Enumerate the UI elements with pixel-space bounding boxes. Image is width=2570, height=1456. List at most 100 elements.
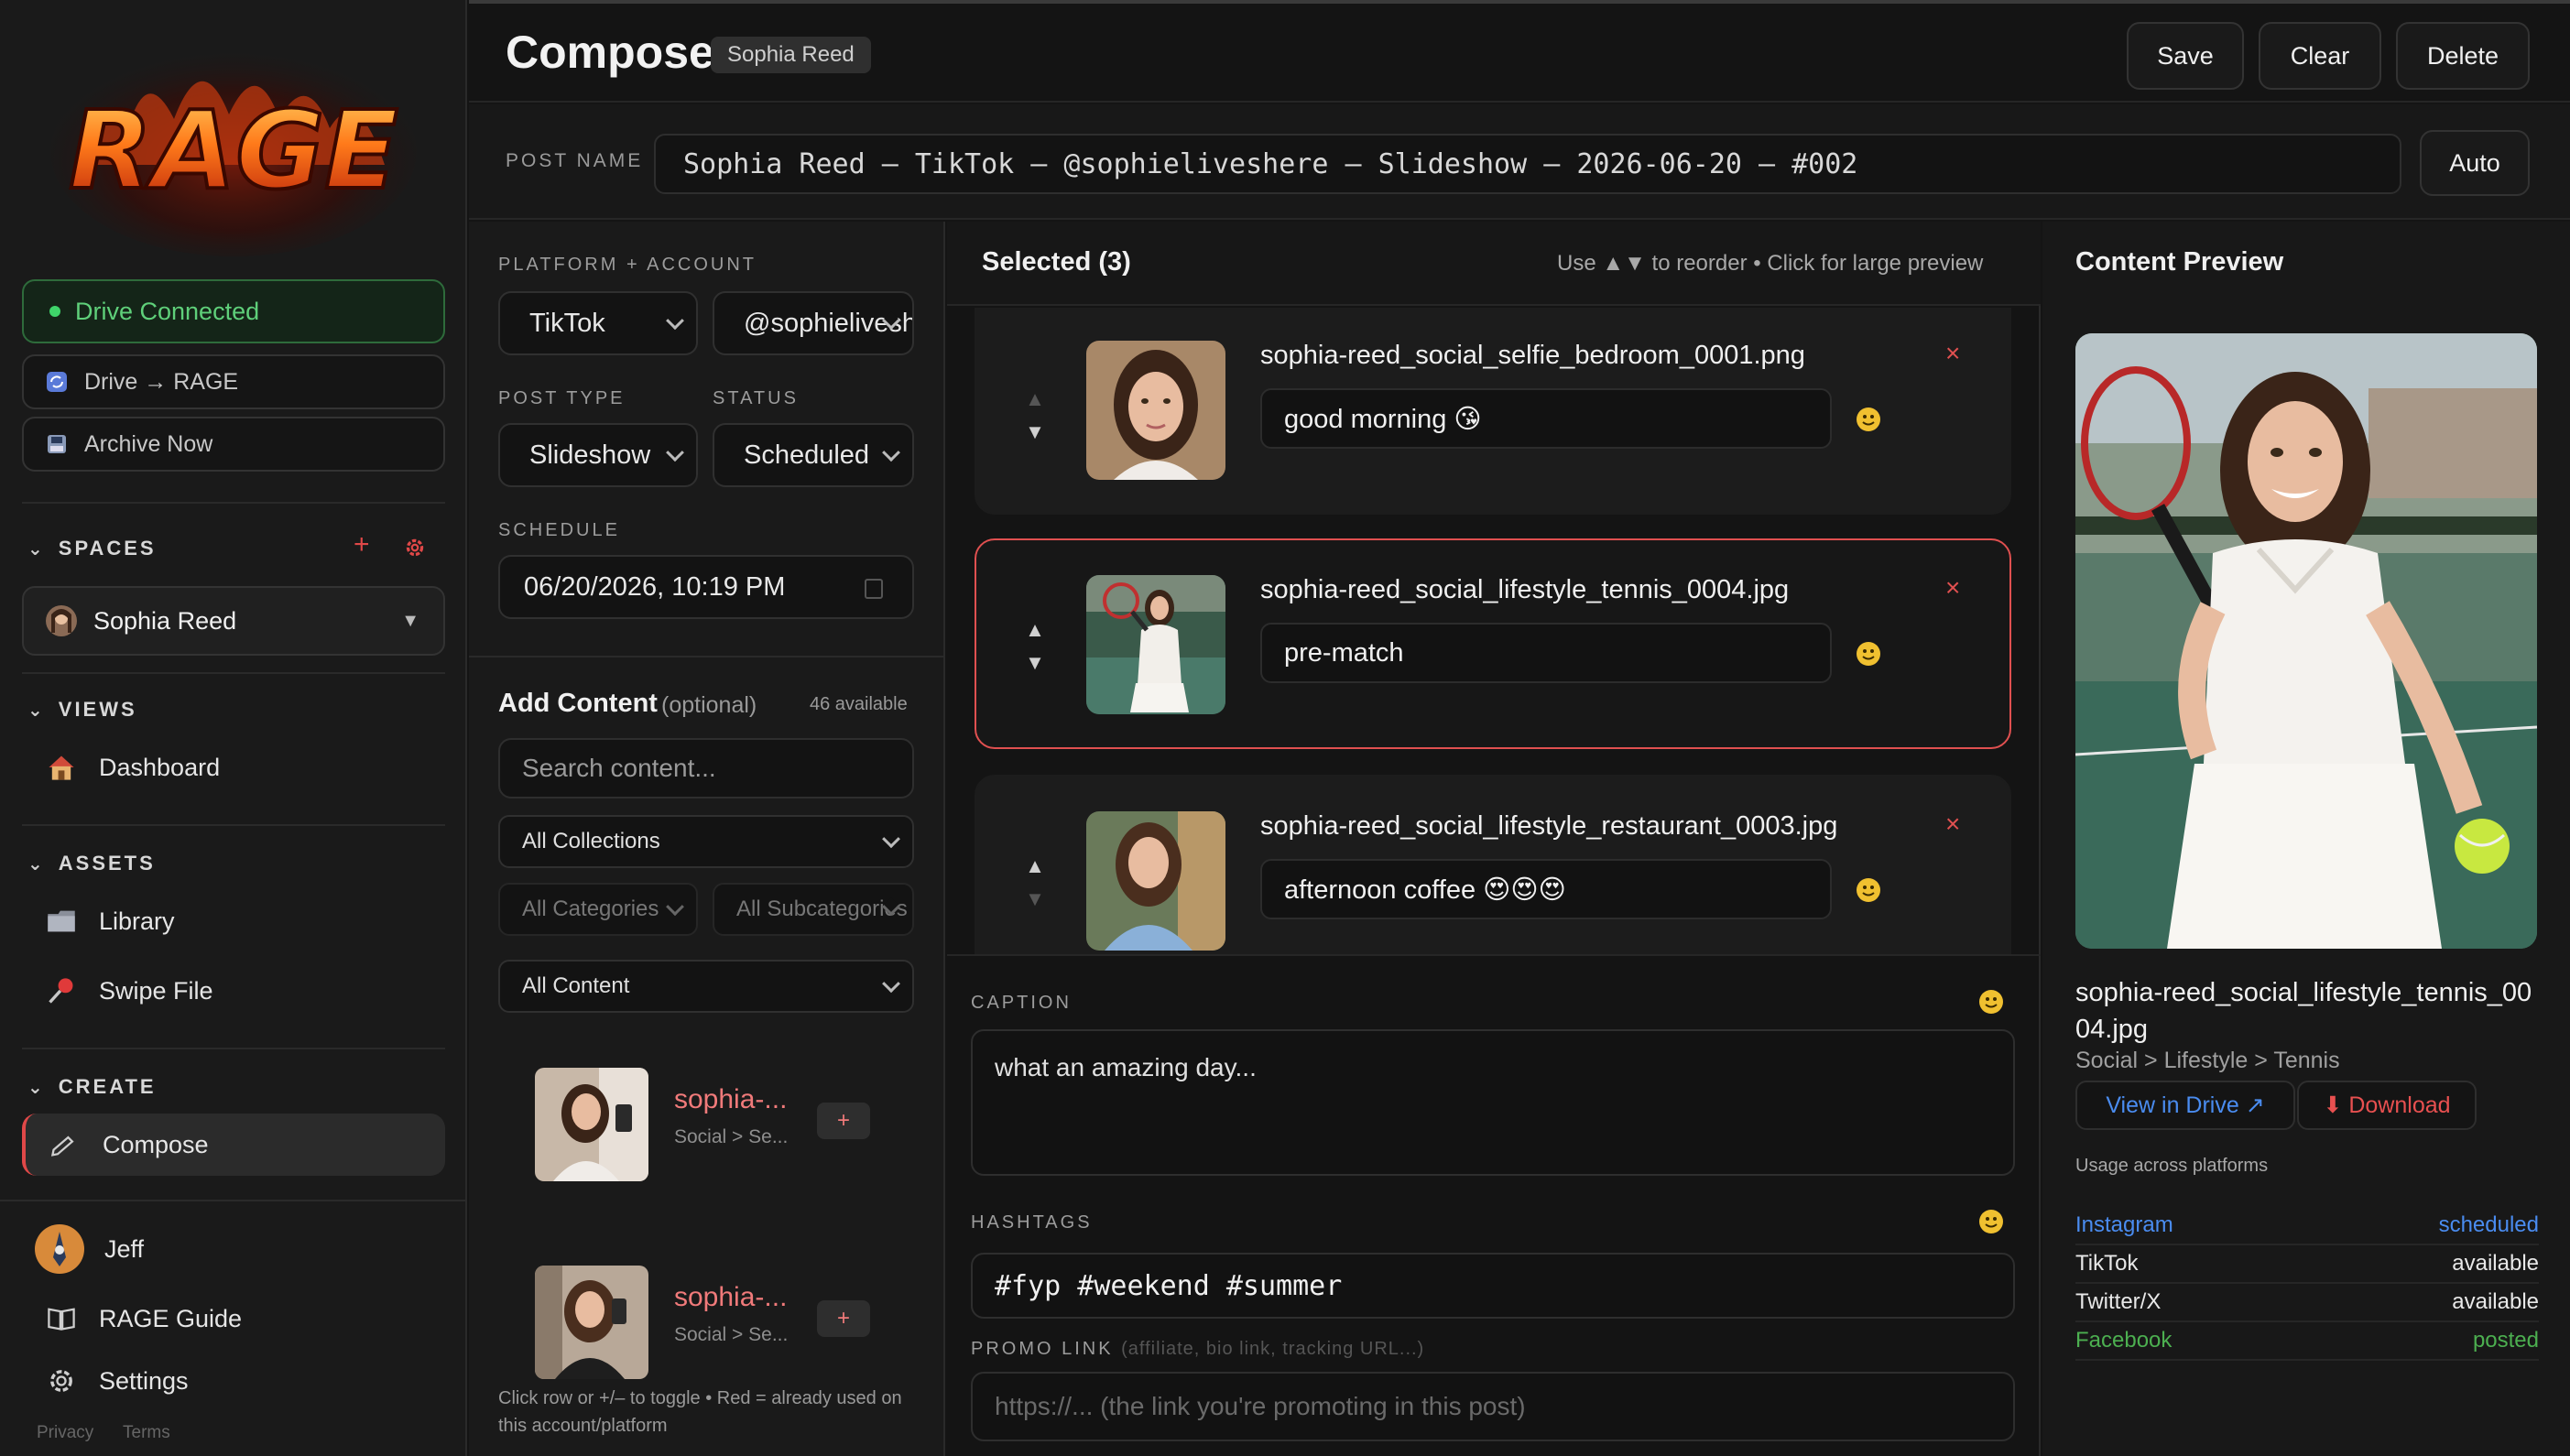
spaces-section-header[interactable]: ⌄ SPACES [27, 537, 157, 560]
preview-image[interactable] [2075, 333, 2537, 949]
content-thumbnail [1086, 575, 1225, 714]
user-name: Jeff [104, 1234, 145, 1263]
section-label: SPACES [58, 537, 157, 560]
move-up-icon[interactable]: ▲ [1024, 850, 1046, 883]
chevron-down-icon [882, 974, 900, 994]
sidebar-item-swipe-file[interactable]: Swipe File [22, 960, 445, 1022]
list-item[interactable]: sophia-... Social > Se... + [498, 1247, 914, 1385]
emoji-picker-icon[interactable] [1978, 1209, 2004, 1234]
emoji-picker-icon[interactable] [1978, 989, 2004, 1015]
content-name: sophia-... [674, 1084, 788, 1114]
sidebar-item-library[interactable]: Library [22, 890, 445, 952]
remove-item-button[interactable]: × [1945, 809, 1960, 839]
page-title: Compose [506, 27, 714, 78]
add-content-button[interactable]: + [817, 1103, 870, 1139]
reorder-controls: ▲ ▼ [1024, 850, 1046, 916]
content-thumbnail [535, 1068, 648, 1181]
save-button[interactable]: Save [2127, 22, 2244, 90]
promo-link-input[interactable]: https://... (the link you're promoting i… [971, 1372, 2015, 1441]
post-name-label: POST NAME [506, 150, 644, 171]
drive-sync-label: Drive → RAGE [84, 368, 239, 395]
account-select[interactable]: @sophieliveshere [713, 291, 914, 355]
archive-label: Archive Now [84, 430, 213, 457]
avatar [35, 1224, 84, 1274]
drive-sync-button[interactable]: Drive → RAGE [22, 354, 445, 409]
reorder-hint: Use ▲▼ to reorder • Click for large prev… [1557, 251, 1984, 276]
house-icon [49, 755, 74, 780]
remove-item-button[interactable]: × [1945, 573, 1960, 603]
subcategories-value: All Subcategories [736, 896, 908, 921]
auto-name-button[interactable]: Auto [2420, 130, 2530, 196]
calendar-icon[interactable] [865, 579, 883, 599]
post-type-label: POST TYPE [498, 388, 626, 408]
user-profile[interactable]: Jeff [22, 1218, 445, 1280]
selected-caption-input[interactable]: good morning 😘 [1260, 388, 1832, 449]
privacy-link[interactable]: Privacy [37, 1423, 93, 1443]
emoji-picker-icon[interactable] [1856, 877, 1881, 903]
chevron-down-icon [666, 311, 684, 331]
add-content-optional: (optional) [661, 692, 757, 718]
download-button[interactable]: ⬇ Download [2297, 1081, 2477, 1130]
caption-textarea[interactable]: what an amazing day... [971, 1029, 2015, 1176]
rage-logo[interactable]: RAGE [46, 27, 421, 256]
add-content-button[interactable]: + [817, 1300, 870, 1337]
pencil-icon [50, 1135, 74, 1157]
usage-status: scheduled [2438, 1212, 2539, 1237]
selected-item[interactable]: ▲ ▼ sophia-reed_social_selfie_bedroom_000… [975, 308, 2011, 515]
archive-now-button[interactable]: Archive Now [22, 417, 445, 472]
sidebar-item-label: Dashboard [99, 753, 221, 781]
form-divider [469, 656, 945, 657]
platform-select[interactable]: TikTok [498, 291, 698, 355]
schedule-input[interactable]: 06/20/2026, 10:19 PM [498, 555, 914, 619]
create-section-header[interactable]: ⌄ CREATE [27, 1075, 157, 1099]
categories-select[interactable]: All Categories [498, 883, 698, 936]
guide-label: RAGE Guide [99, 1304, 243, 1332]
selected-item[interactable]: ▲ ▼ sophia-reed_social_lifestyle_tennis_0… [975, 538, 2011, 749]
settings-link[interactable]: Settings [22, 1350, 445, 1412]
sidebar-item-dashboard[interactable]: Dashboard [22, 736, 445, 799]
usage-status: available [2452, 1289, 2539, 1314]
post-name-input[interactable]: Sophia Reed – TikTok – @sophieliveshere … [654, 134, 2401, 194]
list-item[interactable]: sophia-... Social > Se... + [498, 1049, 914, 1187]
gear-icon[interactable] [403, 536, 427, 560]
remove-item-button[interactable]: × [1945, 339, 1960, 368]
selected-caption-input[interactable]: afternoon coffee 😍😍😍 [1260, 859, 1832, 919]
drive-connected-status[interactable]: Drive Connected [22, 279, 445, 343]
chevron-down-icon: ⌄ [27, 700, 46, 721]
move-down-icon[interactable]: ▼ [1024, 416, 1046, 449]
view-in-drive-button[interactable]: View in Drive ↗ [2075, 1081, 2295, 1130]
schedule-value: 06/20/2026, 10:19 PM [524, 571, 786, 602]
assets-section-header[interactable]: ⌄ ASSETS [27, 852, 156, 875]
sidebar-item-compose[interactable]: Compose [22, 1114, 445, 1176]
pushpin-icon [49, 978, 73, 1004]
collections-value: All Collections [522, 829, 660, 853]
content-filter-select[interactable]: All Content [498, 960, 914, 1013]
subcategories-select[interactable]: All Subcategories [713, 883, 914, 936]
promo-label-text: PROMO LINK [971, 1339, 1114, 1359]
add-space-icon[interactable]: + [354, 529, 370, 560]
hashtags-input[interactable]: #fyp #weekend #summer [971, 1253, 2015, 1319]
terms-link[interactable]: Terms [123, 1423, 170, 1443]
gear-icon [50, 1370, 72, 1392]
logo-text: RAGE [69, 87, 398, 213]
selected-filename: sophia-reed_social_selfie_bedroom_0001.p… [1260, 341, 1805, 370]
delete-button[interactable]: Delete [2396, 22, 2530, 90]
clear-button[interactable]: Clear [2259, 22, 2381, 90]
space-select[interactable]: Sophia Reed ▼ [22, 586, 445, 656]
chevron-down-icon [882, 443, 900, 462]
status-select[interactable]: Scheduled [713, 423, 914, 487]
content-category: Social > Se... [674, 1324, 789, 1345]
post-type-value: Slideshow [529, 440, 651, 470]
search-input[interactable]: Search content... [498, 738, 914, 799]
move-up-icon[interactable]: ▲ [1024, 614, 1046, 647]
collections-select[interactable]: All Collections [498, 815, 914, 868]
selected-item[interactable]: ▲ ▼ sophia-reed_social_lifestyle_restaura… [975, 775, 2011, 954]
usage-label: Usage across platforms [2075, 1156, 2269, 1176]
emoji-picker-icon[interactable] [1856, 641, 1881, 667]
emoji-picker-icon[interactable] [1856, 407, 1881, 432]
views-section-header[interactable]: ⌄ VIEWS [27, 698, 137, 722]
selected-caption-input[interactable]: pre-match [1260, 623, 1832, 683]
post-type-select[interactable]: Slideshow [498, 423, 698, 487]
rage-guide-link[interactable]: RAGE Guide [22, 1288, 445, 1350]
move-down-icon[interactable]: ▼ [1024, 647, 1046, 679]
